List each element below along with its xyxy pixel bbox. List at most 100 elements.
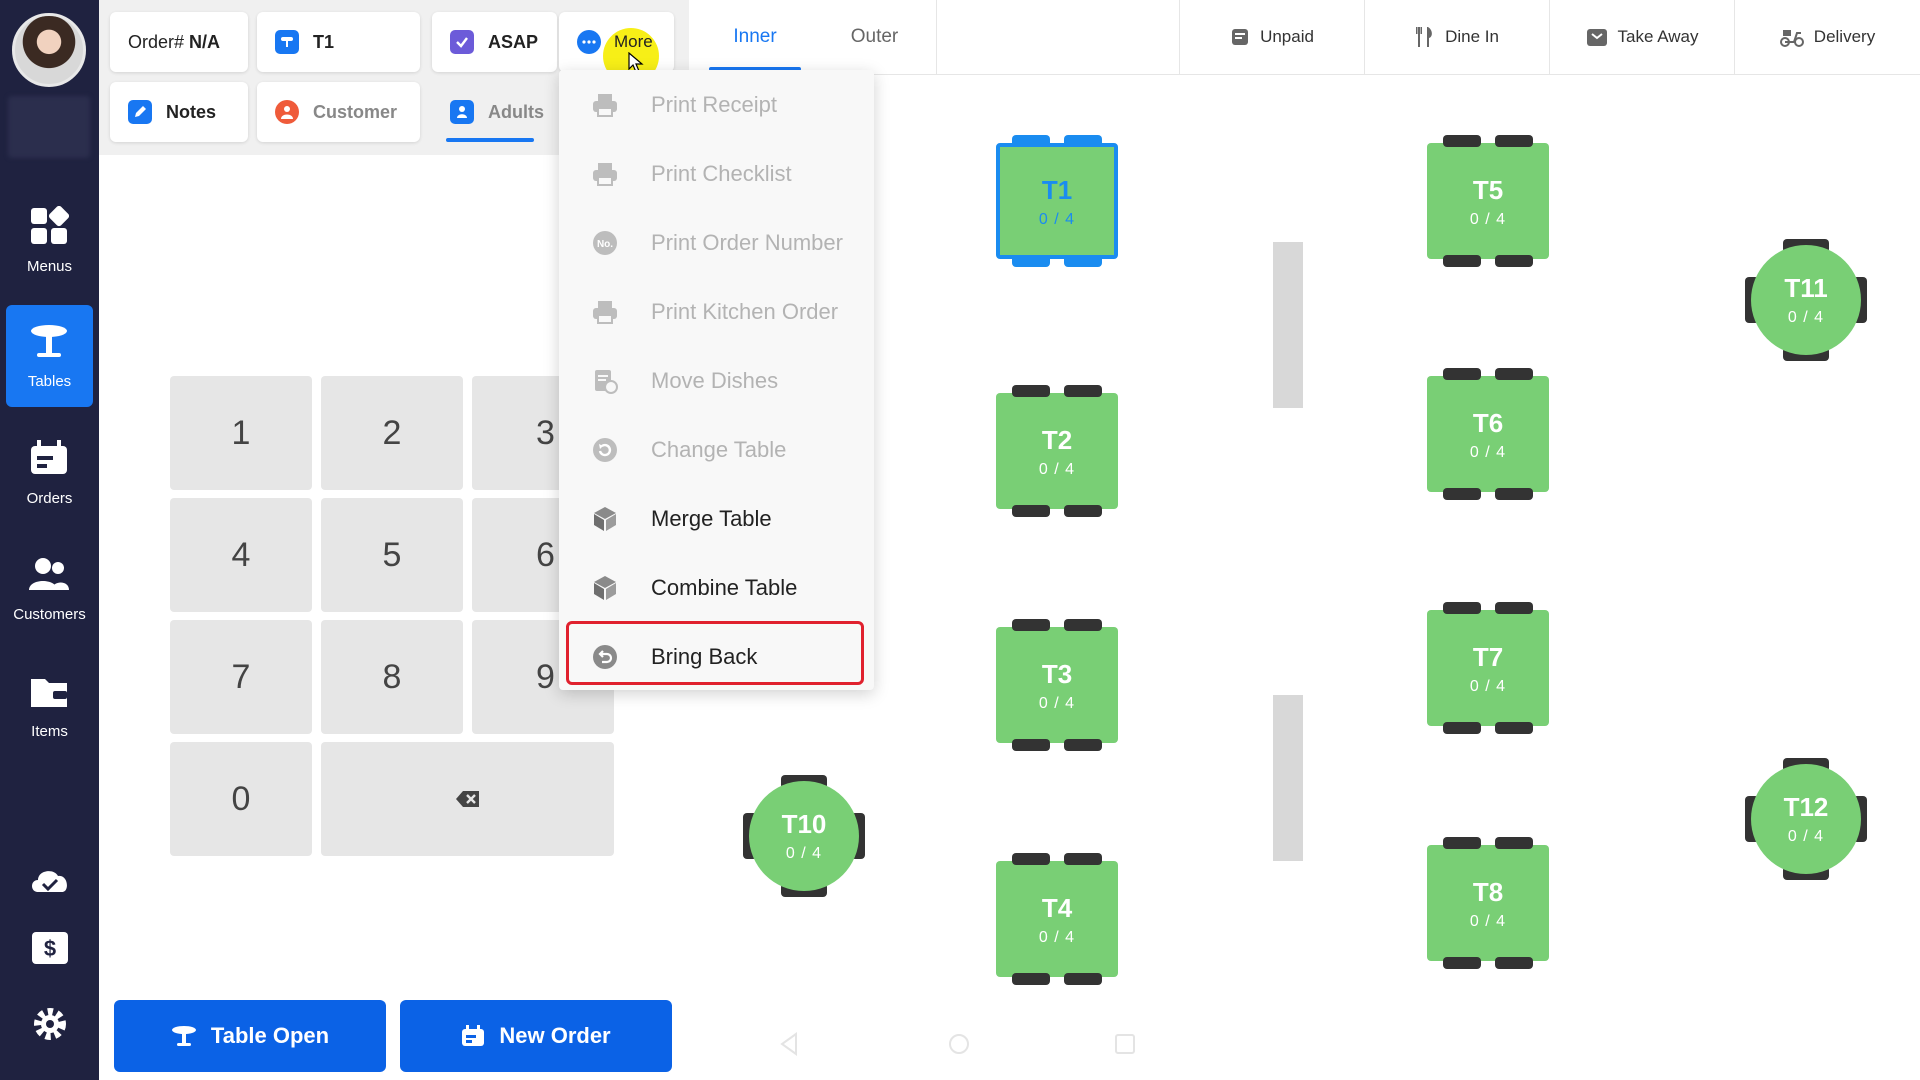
chair	[1012, 135, 1050, 147]
table-t4[interactable]: T4 0 / 4	[996, 853, 1118, 985]
chair	[1064, 973, 1102, 985]
printer-icon	[591, 91, 619, 119]
chair	[1064, 739, 1102, 751]
new-order-button[interactable]: New Order	[400, 1000, 672, 1072]
menu-item-print-kitchen-order[interactable]: Print Kitchen Order	[559, 277, 874, 346]
sidebar-item-label: Tables	[27, 373, 72, 390]
key-2[interactable]: 2	[321, 376, 463, 490]
gear-icon[interactable]	[28, 1002, 72, 1046]
table-t5[interactable]: T5 0 / 4	[1427, 135, 1549, 267]
key-5[interactable]: 5	[321, 498, 463, 612]
order-number-tile[interactable]: Order# N/A	[110, 12, 248, 72]
filter-label: Delivery	[1813, 27, 1876, 46]
chair	[1012, 385, 1050, 397]
menu-item-print-receipt[interactable]: Print Receipt	[559, 70, 874, 139]
chair	[1443, 135, 1481, 147]
table-tile[interactable]: T1	[257, 12, 420, 72]
chair	[1064, 135, 1102, 147]
menu-item-combine-table[interactable]: Combine Table	[559, 553, 874, 622]
cloud-check-icon[interactable]	[28, 858, 72, 902]
customer-button[interactable]: Customer	[257, 82, 420, 142]
filter-delivery[interactable]: Delivery	[1734, 0, 1920, 74]
cash-drawer-icon[interactable]: $	[28, 926, 72, 970]
chair	[1495, 602, 1533, 614]
chair	[1443, 837, 1481, 849]
chair	[1064, 619, 1102, 631]
table-t6[interactable]: T6 0 / 4	[1427, 368, 1549, 500]
table-name: T2	[1041, 425, 1073, 455]
table-t8[interactable]: T8 0 / 4	[1427, 837, 1549, 969]
recents-nav-icon[interactable]	[1113, 1032, 1137, 1056]
tab-inner[interactable]: Inner	[697, 0, 813, 74]
table-t11[interactable]: T11 0 / 4	[1745, 239, 1867, 361]
tab-label: Inner	[733, 26, 777, 47]
adults-button[interactable]: Adults	[432, 82, 557, 142]
sidebar-item-orders[interactable]: Orders	[6, 422, 93, 524]
table-capacity: 0 / 4	[785, 845, 823, 862]
home-nav-icon[interactable]	[947, 1032, 971, 1056]
grid-icon	[31, 206, 69, 244]
chair	[1064, 385, 1102, 397]
menu-item-print-order-number[interactable]: No. Print Order Number	[559, 208, 874, 277]
chair	[1012, 853, 1050, 865]
menu-item-move-dishes[interactable]: Move Dishes	[559, 346, 874, 415]
chair	[1495, 957, 1533, 969]
table-open-button[interactable]: Table Open	[114, 1000, 386, 1072]
wall-divider	[1273, 242, 1303, 408]
table-t7[interactable]: T7 0 / 4	[1427, 602, 1549, 734]
bag-icon	[1586, 29, 1607, 46]
avatar[interactable]	[12, 13, 86, 87]
table-capacity: 0 / 4	[1787, 828, 1825, 845]
table-t3[interactable]: T3 0 / 4	[996, 619, 1118, 751]
filter-take-away[interactable]: Take Away	[1549, 0, 1734, 74]
filter-label: Dine In	[1445, 27, 1499, 46]
chair	[1495, 488, 1533, 500]
sidebar-item-tables[interactable]: Tables	[6, 305, 93, 407]
menu-item-label: Move Dishes	[651, 367, 779, 393]
table-value: T1	[313, 31, 335, 52]
chair	[1064, 853, 1102, 865]
chair	[1012, 973, 1050, 985]
key-1[interactable]: 1	[170, 376, 312, 490]
filter-unpaid[interactable]: Unpaid	[1179, 0, 1364, 74]
sidebar-item-label: Orders	[26, 490, 73, 507]
sidebar-item-customers[interactable]: Customers	[6, 538, 93, 640]
table-name: T10	[781, 809, 827, 839]
table-t12[interactable]: T12 0 / 4	[1745, 758, 1867, 880]
more-label: More	[614, 32, 653, 51]
chair	[1495, 255, 1533, 267]
backspace-key[interactable]	[321, 742, 614, 856]
key-7[interactable]: 7	[170, 620, 312, 734]
sidebar: Menus Tables Orders Customers Items $	[0, 0, 99, 1080]
receipt-icon	[1232, 29, 1249, 45]
tab-outer[interactable]: Outer	[813, 0, 937, 74]
scooter-icon	[1779, 30, 1804, 47]
table-icon	[275, 30, 299, 54]
table-t2[interactable]: T2 0 / 4	[996, 385, 1118, 517]
table-t10[interactable]: T10 0 / 4	[743, 775, 865, 897]
notes-button[interactable]: Notes	[110, 82, 248, 142]
table-capacity: 0 / 4	[1038, 461, 1076, 478]
sidebar-item-menus[interactable]: Menus	[6, 190, 93, 292]
chair	[1495, 837, 1533, 849]
key-8[interactable]: 8	[321, 620, 463, 734]
key-0[interactable]: 0	[170, 742, 312, 856]
cube-icon	[591, 574, 619, 602]
wall-divider	[1273, 695, 1303, 861]
chair	[1443, 957, 1481, 969]
menu-item-merge-table[interactable]: Merge Table	[559, 484, 874, 553]
menu-item-change-table[interactable]: Change Table	[559, 415, 874, 484]
round-table: T11 0 / 4	[1751, 245, 1861, 355]
time-tile[interactable]: ASAP	[432, 12, 557, 72]
table-t1[interactable]: T1 0 / 4	[996, 135, 1118, 267]
svg-text:No.: No.	[597, 239, 613, 250]
table-capacity: 0 / 4	[1038, 929, 1076, 946]
more-menu: Print Receipt Print Checklist No. Print …	[559, 70, 874, 690]
pencil-icon	[128, 100, 152, 124]
back-nav-icon[interactable]	[778, 1032, 800, 1056]
customer-label: Customer	[313, 101, 398, 122]
filter-dine-in[interactable]: Dine In	[1364, 0, 1549, 74]
sidebar-item-items[interactable]: Items	[6, 655, 93, 757]
key-4[interactable]: 4	[170, 498, 312, 612]
menu-item-print-checklist[interactable]: Print Checklist	[559, 139, 874, 208]
